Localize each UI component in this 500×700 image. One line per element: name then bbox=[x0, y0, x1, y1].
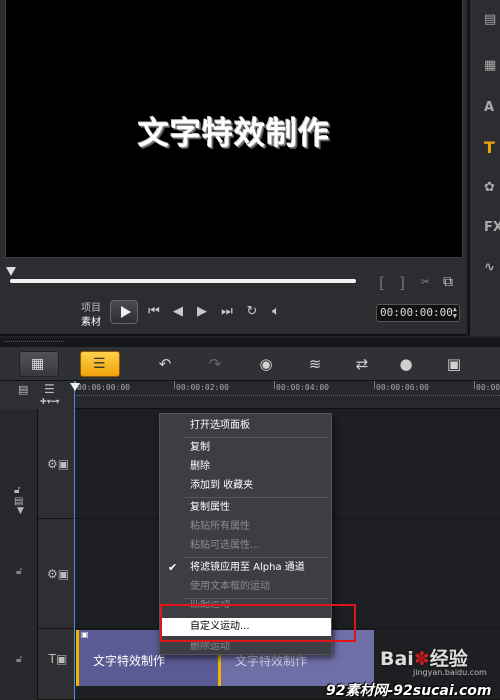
audio-mixer-icon[interactable]: ≋ bbox=[305, 355, 325, 373]
scrubber-track[interactable] bbox=[10, 279, 356, 283]
preview-title-text: 文字特效制作 bbox=[138, 116, 330, 152]
graphic-icon[interactable]: ✿ bbox=[484, 180, 500, 196]
panel-divider[interactable] bbox=[0, 338, 500, 347]
redo-icon[interactable]: ↷ bbox=[205, 355, 225, 373]
motion-tracking-icon[interactable]: ● bbox=[396, 355, 416, 373]
ruler-label: 00:00:06:00 bbox=[376, 383, 429, 392]
lock-icon[interactable]: 🔓︎▤ bbox=[14, 485, 28, 507]
title-track-header[interactable]: T▣ bbox=[38, 629, 75, 700]
timeline-icon: ☰ bbox=[93, 356, 106, 372]
watermark-brand: Bai bbox=[380, 648, 414, 670]
cut-icon[interactable]: ✂ bbox=[421, 274, 429, 290]
menu-paste-selected-attributes[interactable]: 粘贴可选属性... bbox=[160, 537, 331, 555]
film-strip-icon: ▦ bbox=[31, 356, 45, 372]
text-icon[interactable]: A bbox=[484, 100, 500, 116]
ruler-tools: ▤ ☰ ✚▾━▾ bbox=[0, 381, 75, 409]
play-button[interactable] bbox=[110, 300, 138, 324]
mark-out-button[interactable]: ] bbox=[398, 274, 407, 292]
title-icon[interactable]: T bbox=[484, 140, 500, 156]
preview-panel: 文字特效制作 [ ] ✂ ⧉ 项目 素材 ⏮ ◀ ▶ ⏭ ↻ 🔈︎ 00:00:… bbox=[0, 0, 466, 336]
clip-mode-label[interactable]: 素材 bbox=[81, 313, 101, 328]
baidu-watermark: Bai✽经验 bbox=[380, 644, 468, 671]
preview-screen: 文字特效制作 bbox=[5, 0, 463, 258]
clip-badge-icon: ▣ bbox=[81, 630, 89, 639]
timeline-view-button[interactable]: ☰ bbox=[80, 351, 120, 377]
menu-apply-filter-alpha[interactable]: 将滤镜应用至 Alpha 通道 bbox=[160, 559, 331, 577]
lock-icon[interactable]: 🔓︎ bbox=[16, 566, 30, 578]
menu-copy[interactable]: 复制 bbox=[160, 439, 331, 457]
media-library-icon[interactable]: ▤ bbox=[484, 12, 500, 28]
ruler-label: 00:00:02:00 bbox=[176, 383, 229, 392]
ruler-label: 00:00:04:00 bbox=[276, 383, 329, 392]
expand-icon[interactable]: ▼ bbox=[17, 506, 24, 516]
add-remove-marker-icon[interactable]: ✚▾━▾ bbox=[40, 397, 60, 406]
watermark-url: jingyan.baidu.com bbox=[413, 668, 487, 677]
chapter-icon[interactable]: ☰ bbox=[44, 382, 55, 396]
video-track-header[interactable]: ⚙▣ bbox=[38, 409, 75, 519]
overlay-track-icon: ⚙▣ bbox=[47, 567, 70, 581]
annotation-highlight-box bbox=[160, 604, 356, 642]
ruler-label: 00:00:08:00 bbox=[476, 383, 500, 392]
timeline-toolbar: ▦ ☰ ↶ ↷ ◉ ≋ ⇄ ● ▣ bbox=[0, 347, 500, 381]
menu-copy-attributes[interactable]: 复制属性 bbox=[160, 499, 331, 517]
scrubber-handle[interactable] bbox=[6, 267, 16, 276]
menu-open-options-panel[interactable]: 打开选项面板 bbox=[160, 417, 331, 435]
mark-in-button[interactable]: [ bbox=[377, 274, 386, 292]
next-frame-icon[interactable]: ▶ bbox=[194, 304, 210, 320]
video-track-icon: ⚙▣ bbox=[47, 457, 70, 471]
home-icon[interactable]: ⏮ bbox=[146, 304, 162, 320]
repeat-icon[interactable]: ↻ bbox=[244, 304, 260, 320]
undo-icon[interactable]: ↶ bbox=[155, 355, 175, 373]
project-mode-label[interactable]: 项目 bbox=[81, 299, 101, 314]
playhead-marker[interactable] bbox=[70, 383, 80, 391]
fx-icon[interactable]: FX bbox=[484, 220, 500, 236]
lock-icon[interactable]: 🔓︎ bbox=[16, 654, 30, 666]
subtitle-editor-icon[interactable]: ▣ bbox=[444, 355, 464, 373]
clip-label: 文字特效制作 bbox=[93, 654, 166, 668]
timecode-value: 00:00:00:00 bbox=[380, 306, 453, 319]
end-icon[interactable]: ⏭ bbox=[219, 304, 235, 320]
volume-icon[interactable]: 🔈︎ bbox=[268, 304, 284, 320]
overlay-track-header[interactable]: ⚙▣ bbox=[38, 519, 75, 629]
playback-controls: 项目 素材 ⏮ ◀ ▶ ⏭ ↻ 🔈︎ 00:00:00:00 ▲ ▼ bbox=[78, 296, 468, 330]
title-track-icon: T▣ bbox=[48, 652, 68, 666]
previous-frame-icon[interactable]: ◀ bbox=[170, 304, 186, 320]
library-sidebar: ▤ ▦ A T ✿ FX ∿ bbox=[468, 0, 500, 336]
track-lock-column: 🔓︎▤ ▼ 🔓︎ 🔓︎ bbox=[0, 409, 38, 700]
timecode-spinner-icon[interactable]: ▲ ▼ bbox=[453, 306, 457, 320]
ruler-label: 00:00:00:00 bbox=[77, 383, 130, 392]
enlarge-icon[interactable]: ⧉ bbox=[443, 274, 453, 290]
track-manager-icon[interactable]: ▤ bbox=[18, 383, 28, 396]
paw-icon: ✽ bbox=[413, 648, 430, 670]
storyboard-view-button[interactable]: ▦ bbox=[19, 351, 59, 377]
menu-delete[interactable]: 删除 bbox=[160, 458, 331, 476]
menu-add-to-favorites[interactable]: 添加到 收藏夹 bbox=[160, 477, 331, 495]
path-icon[interactable]: ∿ bbox=[484, 260, 500, 276]
video-editor-window: 文字特效制作 [ ] ✂ ⧉ 项目 素材 ⏮ ◀ ▶ ⏭ ↻ 🔈︎ 00:00:… bbox=[0, 0, 500, 700]
watermark-brand-suffix: 经验 bbox=[429, 648, 468, 670]
transition-icon[interactable]: ▦ bbox=[484, 58, 500, 74]
auto-music-icon[interactable]: ⇄ bbox=[352, 355, 372, 373]
site-watermark: 92素材网-92sucai.com bbox=[326, 683, 492, 699]
menu-paste-all-attributes[interactable]: 粘贴所有属性 bbox=[160, 518, 331, 536]
record-capture-icon[interactable]: ◉ bbox=[256, 355, 276, 373]
menu-use-textbox-motion[interactable]: 使用文本框的运动 bbox=[160, 578, 331, 596]
playhead-line[interactable] bbox=[74, 381, 75, 700]
timecode-display[interactable]: 00:00:00:00 ▲ ▼ bbox=[376, 304, 460, 322]
